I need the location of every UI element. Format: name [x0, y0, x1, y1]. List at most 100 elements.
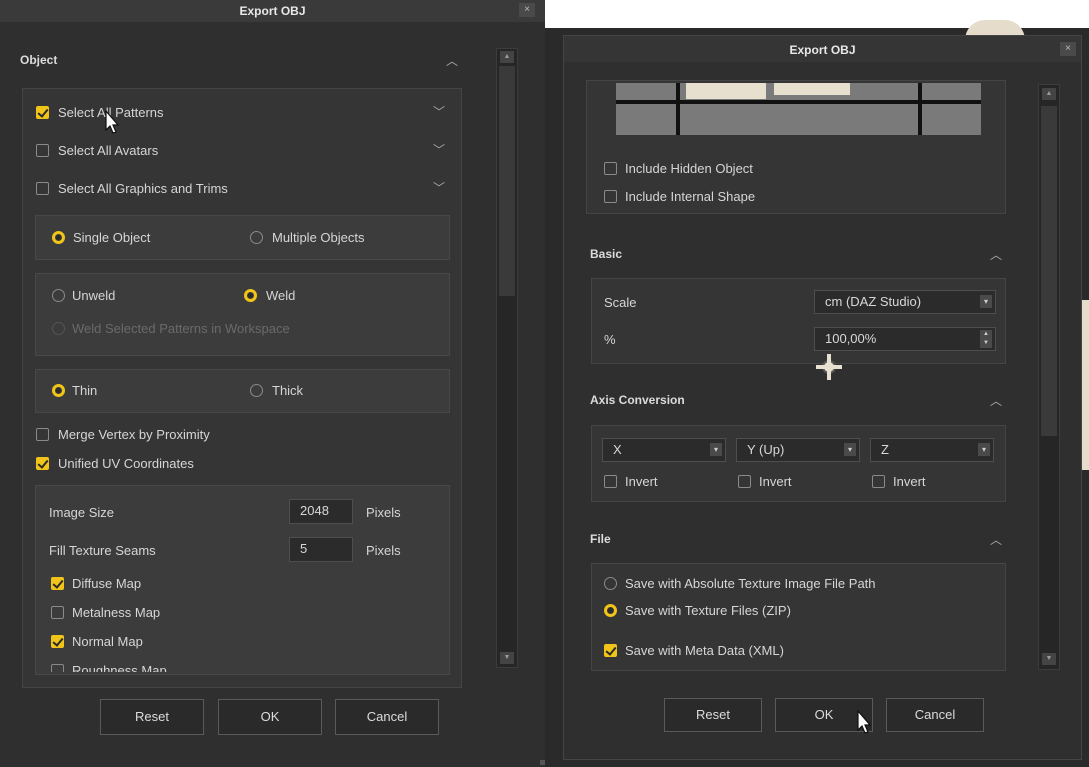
preview-block	[686, 83, 766, 99]
save-absolute-label[interactable]: Save with Absolute Texture Image File Pa…	[625, 576, 876, 591]
chevron-up-icon[interactable]: ︿	[990, 246, 1002, 263]
scroll-down-icon[interactable]: ▼	[500, 652, 514, 664]
chevron-down-icon[interactable]: ﹀	[433, 179, 445, 196]
axis-y-dropdown[interactable]: Y (Up) ▾	[736, 438, 860, 462]
section-object-header: Object	[20, 53, 58, 67]
unified-uv-checkbox[interactable]	[36, 457, 49, 470]
scrollbar-thumb[interactable]	[499, 66, 515, 296]
pattern-preview-image	[616, 83, 981, 135]
image-size-label: Image Size	[49, 505, 115, 520]
unweld-radio[interactable]	[52, 289, 65, 302]
weld-radio[interactable]	[244, 289, 257, 302]
scale-value: cm (DAZ Studio)	[825, 294, 922, 309]
percent-value: 100,00%	[825, 331, 877, 346]
unweld-label[interactable]: Unweld	[72, 288, 115, 303]
fill-seams-input[interactable]: 5	[289, 537, 353, 562]
cancel-button[interactable]: Cancel	[886, 698, 984, 732]
mouse-pointer-icon	[857, 710, 872, 734]
scale-label: Scale	[604, 295, 637, 310]
scrollbar-thumb[interactable]	[1041, 106, 1057, 436]
cursor-arm	[816, 365, 842, 369]
select-all-graphics-label[interactable]: Select All Graphics and Trims	[58, 181, 228, 196]
weld-selected-radio	[52, 322, 65, 335]
save-zip-label[interactable]: Save with Texture Files (ZIP)	[625, 603, 791, 618]
invert-x-label[interactable]: Invert	[625, 474, 658, 489]
pixels-unit-label: Pixels	[366, 505, 401, 520]
include-hidden-checkbox[interactable]	[604, 162, 617, 175]
percent-label: %	[604, 332, 616, 347]
reset-button[interactable]: Reset	[100, 699, 204, 735]
section-basic-header: Basic	[590, 247, 623, 261]
select-all-patterns-checkbox[interactable]	[36, 106, 49, 119]
dialog-title: Export OBJ	[564, 36, 1081, 62]
chevron-up-icon[interactable]: ︿	[990, 531, 1002, 548]
cancel-button[interactable]: Cancel	[335, 699, 439, 735]
close-icon[interactable]: ×	[519, 3, 535, 17]
scroll-down-icon[interactable]: ▼	[1042, 653, 1056, 665]
roughness-map-label[interactable]: Roughness Map	[72, 663, 167, 672]
save-absolute-radio[interactable]	[604, 577, 617, 590]
weld-selected-label: Weld Selected Patterns in Workspace	[72, 321, 290, 336]
chevron-down-icon[interactable]: ﹀	[433, 141, 445, 158]
save-meta-label[interactable]: Save with Meta Data (XML)	[625, 643, 784, 658]
move-cursor-icon	[816, 354, 842, 380]
chevron-up-icon[interactable]: ︿	[990, 392, 1002, 409]
dropdown-arrow-icon: ▾	[978, 443, 990, 456]
select-all-graphics-checkbox[interactable]	[36, 182, 49, 195]
close-icon[interactable]: ×	[1060, 42, 1076, 56]
include-internal-label[interactable]: Include Internal Shape	[625, 189, 755, 204]
section-file-header: File	[590, 532, 611, 546]
thin-radio[interactable]	[52, 384, 65, 397]
chevron-down-icon[interactable]: ﹀	[433, 103, 445, 120]
select-all-avatars-label[interactable]: Select All Avatars	[58, 143, 158, 158]
dropdown-arrow-icon: ▾	[844, 443, 856, 456]
save-meta-checkbox[interactable]	[604, 644, 617, 657]
left-export-dialog: Export OBJ × Object ︿ Select All Pattern…	[0, 0, 545, 767]
normal-map-label[interactable]: Normal Map	[72, 634, 143, 649]
thick-radio[interactable]	[250, 384, 263, 397]
include-internal-checkbox[interactable]	[604, 190, 617, 203]
axis-y-value: Y (Up)	[747, 442, 785, 457]
preview-line	[676, 83, 680, 135]
thin-label[interactable]: Thin	[72, 383, 97, 398]
invert-y-label[interactable]: Invert	[759, 474, 792, 489]
ok-button[interactable]: OK	[218, 699, 322, 735]
dropdown-arrow-icon: ▾	[980, 295, 992, 308]
multiple-objects-radio[interactable]	[250, 231, 263, 244]
invert-x-checkbox[interactable]	[604, 475, 617, 488]
axis-x-value: X	[613, 442, 622, 457]
spinner-arrows-icon[interactable]: ▲ ▼	[980, 330, 992, 348]
scale-dropdown[interactable]: cm (DAZ Studio) ▾	[814, 290, 996, 314]
thick-label[interactable]: Thick	[272, 383, 303, 398]
select-all-avatars-checkbox[interactable]	[36, 144, 49, 157]
weld-label[interactable]: Weld	[266, 288, 295, 303]
normal-map-checkbox[interactable]	[51, 635, 64, 648]
scroll-up-icon[interactable]: ▲	[1042, 88, 1056, 100]
invert-y-checkbox[interactable]	[738, 475, 751, 488]
roughness-map-checkbox[interactable]	[51, 664, 64, 672]
preview-block	[774, 83, 850, 95]
metalness-map-label[interactable]: Metalness Map	[72, 605, 160, 620]
preview-line	[616, 100, 981, 104]
include-hidden-label[interactable]: Include Hidden Object	[625, 161, 753, 176]
reset-button[interactable]: Reset	[664, 698, 762, 732]
invert-z-label[interactable]: Invert	[893, 474, 926, 489]
scroll-up-icon[interactable]: ▲	[500, 51, 514, 63]
diffuse-map-checkbox[interactable]	[51, 577, 64, 590]
diffuse-map-label[interactable]: Diffuse Map	[72, 576, 141, 591]
merge-vertex-checkbox[interactable]	[36, 428, 49, 441]
metalness-map-checkbox[interactable]	[51, 606, 64, 619]
axis-z-dropdown[interactable]: Z ▾	[870, 438, 994, 462]
chevron-up-icon[interactable]: ︿	[446, 52, 458, 69]
image-size-input[interactable]: 2048	[289, 499, 353, 524]
save-zip-radio[interactable]	[604, 604, 617, 617]
multiple-objects-label[interactable]: Multiple Objects	[272, 230, 364, 245]
unified-uv-label[interactable]: Unified UV Coordinates	[58, 456, 194, 471]
dialog-title: Export OBJ	[0, 0, 545, 22]
single-object-label[interactable]: Single Object	[73, 230, 150, 245]
single-object-radio[interactable]	[52, 231, 65, 244]
merge-vertex-label[interactable]: Merge Vertex by Proximity	[58, 427, 210, 442]
axis-x-dropdown[interactable]: X ▾	[602, 438, 726, 462]
invert-z-checkbox[interactable]	[872, 475, 885, 488]
percent-input[interactable]: 100,00% ▲ ▼	[814, 327, 996, 351]
